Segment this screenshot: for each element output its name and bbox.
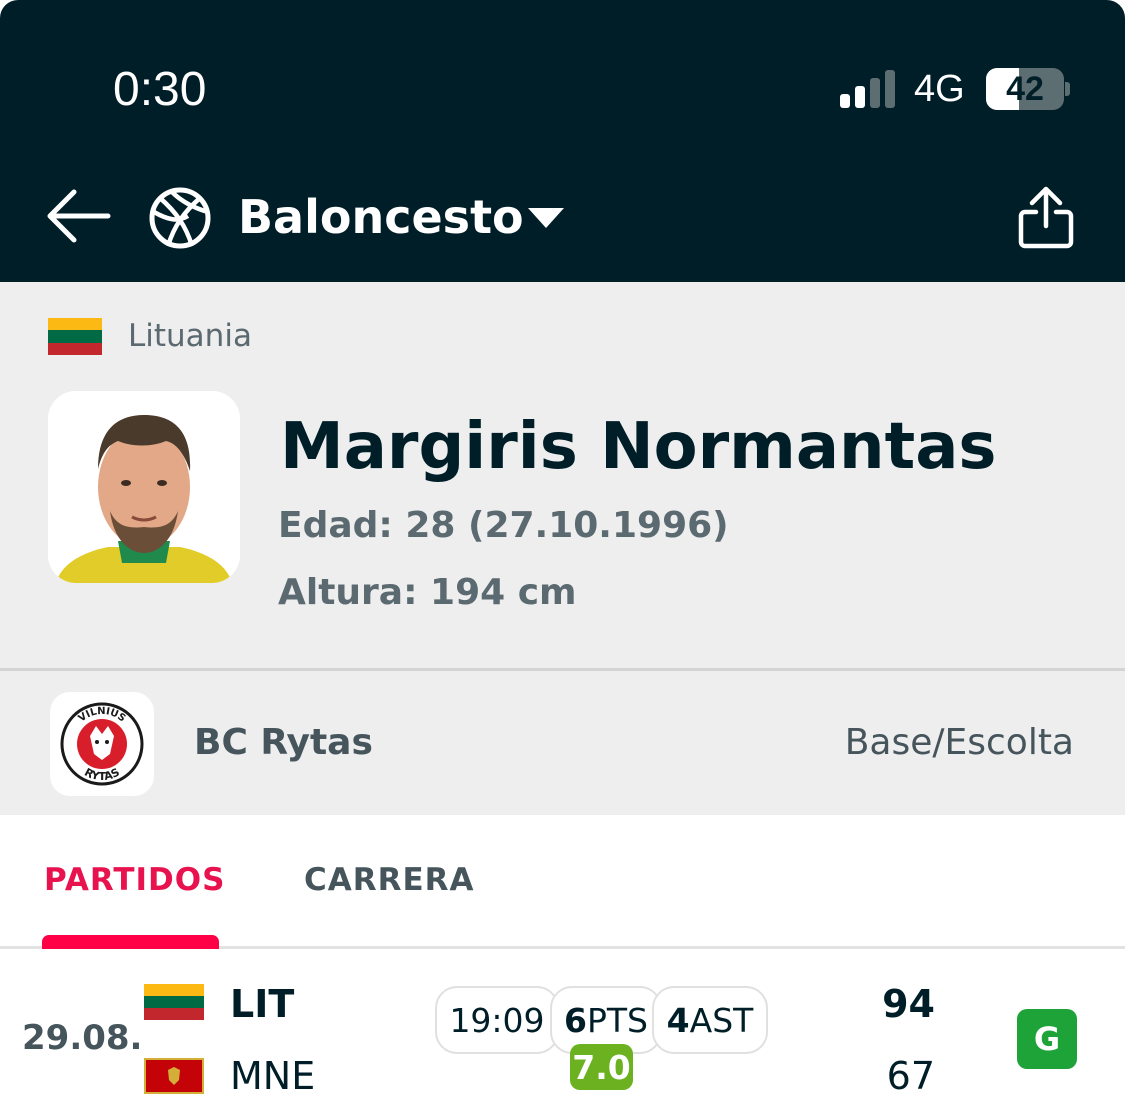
battery-tip (1065, 82, 1070, 96)
minutes-played: 19:09 (435, 986, 559, 1054)
player-country[interactable]: Lituania (128, 318, 252, 354)
battery-icon: 42 (986, 68, 1064, 110)
app-header: 0:30 4G 42 Baloncesto (0, 0, 1125, 282)
result-badge: G (1017, 1009, 1077, 1069)
montenegro-flag-icon (144, 1058, 204, 1094)
sport-selector[interactable]: Baloncesto (238, 190, 524, 244)
tab-partidos[interactable]: PARTIDOS (44, 862, 225, 898)
points-label: PTS (586, 1000, 648, 1040)
minutes-value: 19:09 (449, 1000, 545, 1040)
status-time: 0:30 (113, 63, 207, 116)
signal-strength-icon (840, 70, 900, 108)
team-logo[interactable]: VILNIUS RYTAS (50, 692, 154, 796)
lithuania-flag-icon (48, 318, 102, 355)
assists-stat: 4 AST (652, 986, 768, 1054)
player-position: Base/Escolta (844, 722, 1074, 763)
player-rating-badge: 7.0 (570, 1044, 633, 1090)
home-score: 94 (882, 982, 935, 1026)
assists-label: AST (689, 1000, 754, 1040)
away-team-code: MNE (230, 1054, 316, 1098)
match-date: 29.08. (22, 1018, 143, 1058)
battery-level: 42 (1006, 70, 1044, 108)
lithuania-flag-icon (144, 984, 204, 1020)
home-team-code: LIT (230, 982, 295, 1026)
points-value: 6 (564, 1000, 587, 1040)
share-button[interactable] (1016, 184, 1076, 250)
network-type: 4G (914, 68, 965, 110)
player-age: Edad: 28 (27.10.1996) (278, 505, 729, 546)
team-name[interactable]: BC Rytas (194, 722, 373, 763)
arrow-left-icon (47, 189, 111, 243)
share-icon (1018, 186, 1074, 249)
player-height: Altura: 194 cm (278, 572, 577, 613)
assists-value: 4 (666, 1000, 690, 1040)
caret-down-icon[interactable] (526, 206, 566, 230)
back-button[interactable] (44, 184, 114, 248)
player-name: Margiris Normantas (280, 410, 997, 484)
player-photo (48, 391, 240, 583)
basketball-icon[interactable] (148, 186, 212, 250)
active-tab-indicator (42, 935, 219, 949)
away-score: 67 (886, 1054, 935, 1098)
tab-carrera[interactable]: CARRERA (304, 862, 475, 898)
